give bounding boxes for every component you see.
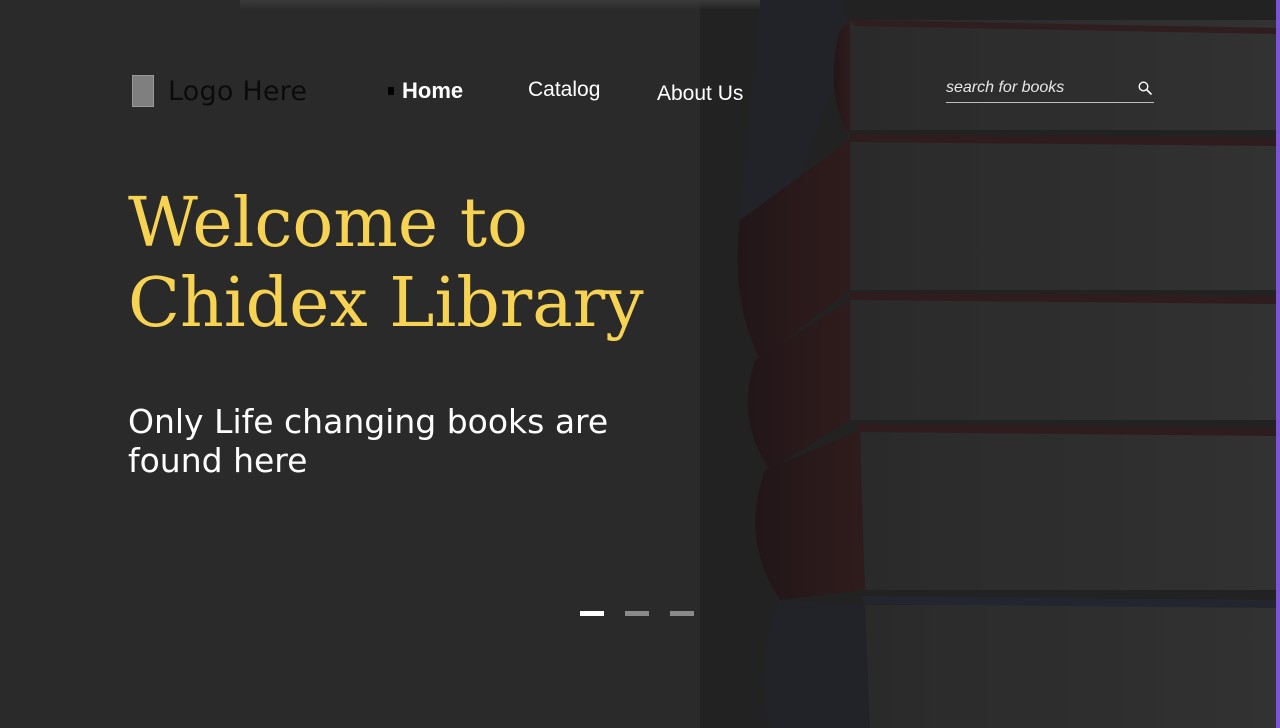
- nav-home-label: Home: [402, 78, 464, 103]
- hero-title-line-2: Chidex Library: [128, 264, 644, 343]
- hero-subtitle-line-2: found here: [128, 441, 308, 480]
- logo[interactable]: Logo Here: [132, 74, 307, 108]
- search-input[interactable]: [946, 79, 1126, 97]
- carousel-indicators: [580, 611, 694, 616]
- active-indicator-icon: [388, 87, 394, 95]
- landing-page: Logo Here Home Catalog About Us Welcome …: [0, 0, 1280, 728]
- nav-home[interactable]: Home: [388, 78, 463, 104]
- nav-about-us[interactable]: About Us: [657, 82, 743, 106]
- nav-catalog[interactable]: Catalog: [528, 78, 600, 102]
- search-bar: [946, 74, 1154, 103]
- hero-title-line-1: Welcome to: [128, 184, 528, 263]
- hero-background-books-image: [700, 0, 1276, 728]
- search-icon[interactable]: [1136, 79, 1154, 97]
- right-edge-accent: [1276, 0, 1280, 728]
- top-shadow: [240, 0, 760, 10]
- hero-subtitle: Only Life changing books are found here: [128, 402, 688, 480]
- hero-subtitle-line-1: Only Life changing books are: [128, 402, 609, 441]
- carousel-dot[interactable]: [670, 611, 694, 616]
- logo-text: Logo Here: [168, 75, 308, 107]
- logo-mark-icon: [132, 75, 154, 107]
- hero-title: Welcome to Chidex Library: [128, 184, 748, 344]
- carousel-dot[interactable]: [625, 611, 649, 616]
- carousel-dot[interactable]: [580, 611, 604, 616]
